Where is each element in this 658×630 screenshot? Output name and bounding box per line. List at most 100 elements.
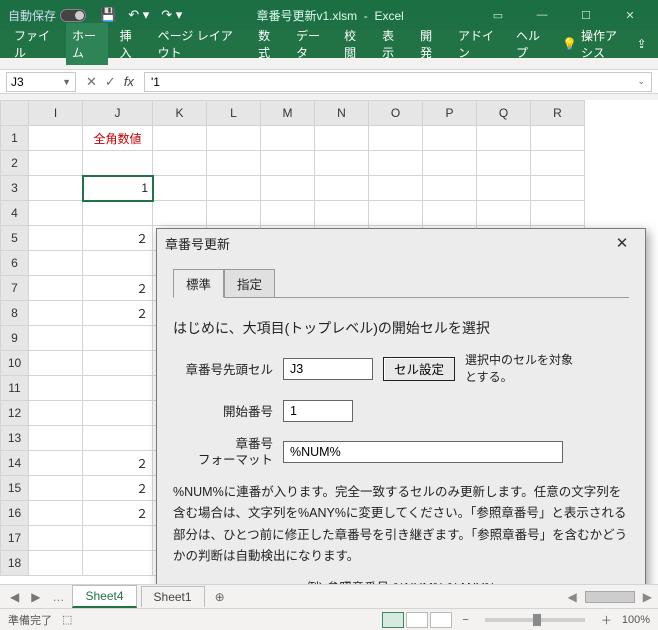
hscroll-left-icon[interactable]: ◀ (568, 590, 577, 604)
tab-addins[interactable]: アドイン (452, 23, 504, 65)
tab-developer[interactable]: 開発 (414, 23, 446, 65)
col-header-I[interactable]: I (29, 101, 83, 126)
cell-J14[interactable]: ２ (83, 451, 153, 476)
macro-record-icon[interactable]: ⬚ (62, 613, 72, 626)
view-page-layout-icon[interactable] (406, 612, 428, 628)
autosave-toggle[interactable]: 自動保存 (8, 7, 86, 24)
sheet-nav-more-icon[interactable]: … (48, 590, 68, 604)
input-head-cell[interactable] (283, 358, 373, 380)
tab-home[interactable]: ホーム (66, 23, 108, 65)
row-header-4[interactable]: 4 (1, 201, 29, 226)
row-header-9[interactable]: 9 (1, 326, 29, 351)
tab-view[interactable]: 表示 (376, 23, 408, 65)
cell-J5[interactable]: ２ (83, 226, 153, 251)
cell-J4[interactable] (83, 201, 153, 226)
cancel-icon[interactable]: ✕ (86, 74, 97, 90)
tab-file[interactable]: ファイル (8, 23, 60, 65)
col-header-L[interactable]: L (207, 101, 261, 126)
cell-J15[interactable]: ２ (83, 476, 153, 501)
tab-insert[interactable]: 挿入 (114, 23, 146, 65)
row-header-12[interactable]: 12 (1, 401, 29, 426)
sheet-tab-sheet1[interactable]: Sheet1 (141, 586, 205, 607)
row-header-10[interactable]: 10 (1, 351, 29, 376)
col-header-N[interactable]: N (315, 101, 369, 126)
autosave-switch[interactable] (60, 9, 86, 22)
row-header-6[interactable]: 6 (1, 251, 29, 276)
row-header-3[interactable]: 3 (1, 176, 29, 201)
input-format[interactable] (283, 441, 563, 463)
row-header-14[interactable]: 14 (1, 451, 29, 476)
row-header-13[interactable]: 13 (1, 426, 29, 451)
cell-J16[interactable]: ２ (83, 501, 153, 526)
col-header-M[interactable]: M (261, 101, 315, 126)
sheet-add-icon[interactable]: ⊕ (209, 590, 231, 604)
status-ready: 準備完了 (8, 612, 52, 628)
dialog-tab-standard[interactable]: 標準 (173, 269, 224, 298)
quick-access-toolbar: 💾 ↶ ▾ ↷ ▾ (100, 7, 182, 23)
tab-review[interactable]: 校閲 (338, 23, 370, 65)
row-header-8[interactable]: 8 (1, 301, 29, 326)
cell-J1[interactable]: 全角数値 (83, 126, 153, 151)
formula-expand-icon[interactable]: ⌄ (637, 76, 645, 87)
chevron-down-icon[interactable]: ▼ (62, 77, 71, 87)
cell-J3[interactable]: 1 (83, 176, 153, 201)
cell-J6[interactable] (83, 251, 153, 276)
row-header-17[interactable]: 17 (1, 526, 29, 551)
col-header-K[interactable]: K (153, 101, 207, 126)
row-header-2[interactable]: 2 (1, 151, 29, 176)
dialog-tab-specify[interactable]: 指定 (224, 269, 275, 298)
zoom-thumb[interactable] (533, 614, 541, 626)
row-header-1[interactable]: 1 (1, 126, 29, 151)
note-head-cell: 選択中のセルを対象とする。 (465, 352, 585, 386)
col-header-P[interactable]: P (423, 101, 477, 126)
row-header-18[interactable]: 18 (1, 551, 29, 576)
sheet-nav-prev-icon[interactable]: ◀ (6, 590, 23, 604)
share-icon[interactable]: ⇪ (633, 37, 650, 51)
cell-I1[interactable] (29, 126, 83, 151)
hscroll-right-icon[interactable]: ▶ (643, 590, 652, 604)
close-icon[interactable]: ✕ (610, 1, 650, 29)
worksheet-grid[interactable]: I J K L M N O P Q R 1 全角数値 2 3 1 4 5 ２ 6 7 ２… (0, 100, 658, 584)
hscroll-thumb[interactable] (585, 591, 635, 603)
redo-icon[interactable]: ↷ ▾ (161, 7, 182, 23)
col-header-R[interactable]: R (531, 101, 585, 126)
row-header-11[interactable]: 11 (1, 376, 29, 401)
view-page-break-icon[interactable] (430, 612, 452, 628)
sheet-nav-next-icon[interactable]: ▶ (27, 590, 44, 604)
button-set-cell[interactable]: セル設定 (383, 357, 455, 381)
formula-bar: J3 ▼ ✕ ✓ fx '1 ⌄ (0, 70, 658, 94)
formula-input[interactable]: '1 ⌄ (144, 72, 652, 92)
select-all-corner[interactable] (1, 101, 29, 126)
maximize-icon[interactable]: ☐ (566, 1, 606, 29)
input-start-number[interactable] (283, 400, 353, 422)
tab-data[interactable]: データ (290, 23, 332, 65)
tell-me[interactable]: 💡 操作アシス (562, 27, 627, 61)
dialog-titlebar[interactable]: 章番号更新 ✕ (157, 229, 645, 257)
tab-formulas[interactable]: 数式 (252, 23, 284, 65)
tab-page-layout[interactable]: ページ レイアウト (152, 23, 247, 65)
zoom-slider[interactable] (485, 618, 585, 622)
zoom-in-icon[interactable]: ＋ (601, 612, 612, 628)
cell-J8[interactable]: ２ (83, 301, 153, 326)
tab-help[interactable]: ヘルプ (510, 23, 552, 65)
cell-J2[interactable] (83, 151, 153, 176)
cell-J7[interactable]: ２ (83, 276, 153, 301)
zoom-out-icon[interactable]: − (462, 614, 468, 626)
row-header-7[interactable]: 7 (1, 276, 29, 301)
sheet-tab-sheet4[interactable]: Sheet4 (72, 585, 136, 608)
enter-icon[interactable]: ✓ (105, 74, 116, 90)
col-header-Q[interactable]: Q (477, 101, 531, 126)
name-box[interactable]: J3 ▼ (6, 72, 76, 92)
save-icon[interactable]: 💾 (100, 7, 116, 23)
zoom-level[interactable]: 100% (622, 614, 650, 626)
col-header-O[interactable]: O (369, 101, 423, 126)
row-header-15[interactable]: 15 (1, 476, 29, 501)
fx-icon[interactable]: fx (124, 74, 134, 90)
row-header-5[interactable]: 5 (1, 226, 29, 251)
undo-icon[interactable]: ↶ ▾ (128, 7, 149, 23)
view-normal-icon[interactable] (382, 612, 404, 628)
filename-text: 章番号更新v1.xlsm (256, 9, 357, 23)
row-header-16[interactable]: 16 (1, 501, 29, 526)
col-header-J[interactable]: J (83, 101, 153, 126)
dialog-close-icon[interactable]: ✕ (607, 231, 637, 255)
